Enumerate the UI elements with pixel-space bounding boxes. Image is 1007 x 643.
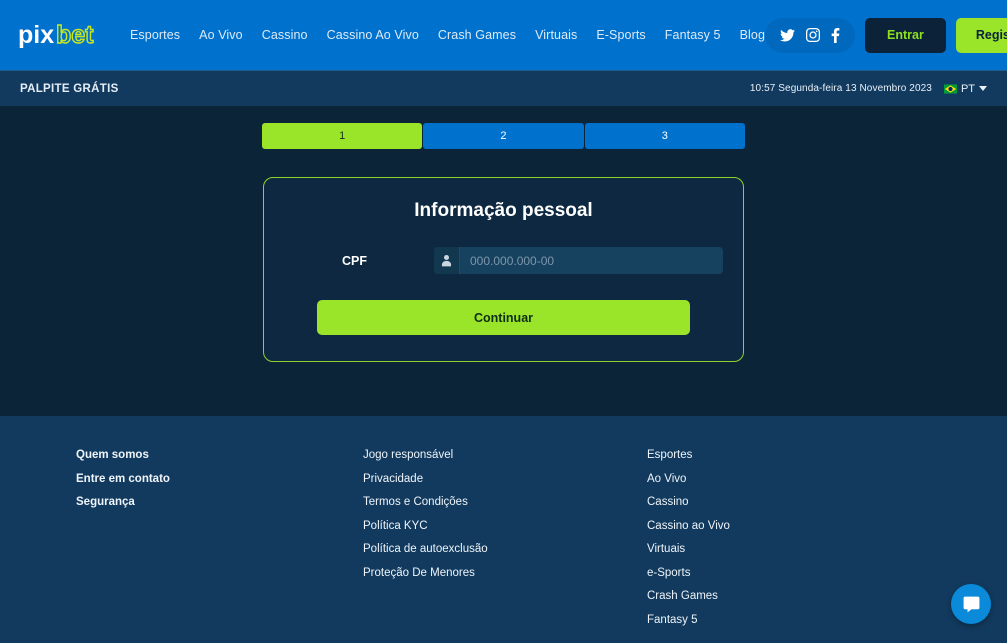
svg-text:bet: bet — [56, 21, 94, 49]
footer-link-politica-kyc[interactable]: Política KYC — [363, 520, 647, 532]
social-links — [765, 17, 856, 53]
logo-mark: pix bet — [18, 20, 95, 49]
footer-link-cassino-ao-vivo[interactable]: Cassino ao Vivo — [647, 520, 927, 532]
pixbet-logo[interactable]: pix bet — [18, 20, 116, 50]
nav-item-virtuais[interactable]: Virtuais — [535, 28, 577, 42]
personal-info-card: Informação pessoal CPF Continuar — [263, 177, 744, 362]
footer-column-products: Esportes Ao Vivo Cassino Cassino ao Vivo… — [647, 449, 927, 637]
footer-link-fantasy-5[interactable]: Fantasy 5 — [647, 614, 927, 626]
nav-item-cassino-ao-vivo[interactable]: Cassino Ao Vivo — [327, 28, 419, 42]
step-tab-1[interactable]: 1 — [262, 123, 423, 149]
nav-item-e-sports[interactable]: E-Sports — [596, 28, 645, 42]
cpf-input[interactable] — [460, 247, 723, 274]
free-tip-label: PALPITE GRÁTIS — [20, 82, 119, 95]
cpf-label: CPF — [342, 253, 367, 268]
subheader-right: 10:57 Segunda-feira 13 Novembro 2023 PT — [750, 83, 987, 95]
footer-link-virtuais[interactable]: Virtuais — [647, 543, 927, 555]
footer-column-company: Quem somos Entre em contato Segurança — [76, 449, 363, 637]
language-selector[interactable]: PT — [943, 82, 987, 95]
footer-link-entre-em-contato[interactable]: Entre em contato — [76, 473, 363, 485]
subheader-bar: PALPITE GRÁTIS 10:57 Segunda-feira 13 No… — [0, 70, 1007, 106]
footer-link-termos-e-condicoes[interactable]: Termos e Condições — [363, 496, 647, 508]
header-actions: Entrar Registro — [765, 17, 1007, 53]
chat-bubble-icon — [963, 596, 979, 612]
step-tab-2[interactable]: 2 — [423, 123, 584, 149]
footer-link-crash-games[interactable]: Crash Games — [647, 590, 927, 602]
brazil-flag-icon — [943, 83, 957, 94]
instagram-icon[interactable] — [806, 28, 821, 42]
nav-item-ao-vivo[interactable]: Ao Vivo — [199, 28, 243, 42]
footer-link-quem-somos[interactable]: Quem somos — [76, 449, 363, 461]
card-title: Informação pessoal — [414, 200, 593, 221]
chat-widget-button[interactable] — [951, 584, 991, 624]
facebook-icon[interactable] — [831, 27, 840, 43]
footer-link-privacidade[interactable]: Privacidade — [363, 473, 647, 485]
login-button[interactable]: Entrar — [865, 17, 946, 53]
footer-link-cassino[interactable]: Cassino — [647, 496, 927, 508]
svg-text:pix: pix — [18, 21, 54, 49]
nav-item-blog[interactable]: Blog — [740, 28, 765, 42]
site-header: pix bet Esportes Ao Vivo Cassino Cassino… — [0, 0, 1007, 70]
footer-link-ao-vivo[interactable]: Ao Vivo — [647, 473, 927, 485]
nav-item-esportes[interactable]: Esportes — [130, 28, 180, 42]
site-footer: Quem somos Entre em contato Segurança Jo… — [0, 416, 1007, 643]
language-code: PT — [960, 82, 975, 95]
footer-columns: Quem somos Entre em contato Segurança Jo… — [0, 449, 1007, 637]
nav-item-fantasy-5[interactable]: Fantasy 5 — [665, 28, 721, 42]
footer-link-esportes[interactable]: Esportes — [647, 449, 927, 461]
nav-item-cassino[interactable]: Cassino — [262, 28, 308, 42]
registration-steps: 1 2 3 — [262, 123, 745, 149]
cpf-input-wrapper[interactable] — [434, 247, 723, 274]
footer-link-protecao-de-menores[interactable]: Proteção De Menores — [363, 567, 647, 579]
footer-link-e-sports[interactable]: e-Sports — [647, 567, 927, 579]
register-button[interactable]: Registro — [955, 17, 1007, 53]
nav-item-crash-games[interactable]: Crash Games — [438, 28, 516, 42]
footer-link-seguranca[interactable]: Segurança — [76, 496, 363, 508]
datetime-display: 10:57 Segunda-feira 13 Novembro 2023 — [749, 83, 932, 94]
main-navigation: Esportes Ao Vivo Cassino Cassino Ao Vivo… — [130, 28, 765, 42]
user-icon — [434, 247, 460, 274]
main-content: 1 2 3 Informação pessoal CPF Continuar — [0, 106, 1007, 416]
step-tab-3[interactable]: 3 — [584, 123, 745, 149]
footer-column-policies: Jogo responsável Privacidade Termos e Co… — [363, 449, 647, 637]
chevron-down-icon — [979, 86, 987, 91]
footer-link-jogo-responsavel[interactable]: Jogo responsável — [363, 449, 647, 461]
twitter-icon[interactable] — [780, 28, 796, 42]
footer-link-politica-autoexclusao[interactable]: Política de autoexclusão — [363, 543, 647, 555]
cpf-field-row: CPF — [284, 247, 723, 274]
continue-button[interactable]: Continuar — [317, 300, 690, 335]
